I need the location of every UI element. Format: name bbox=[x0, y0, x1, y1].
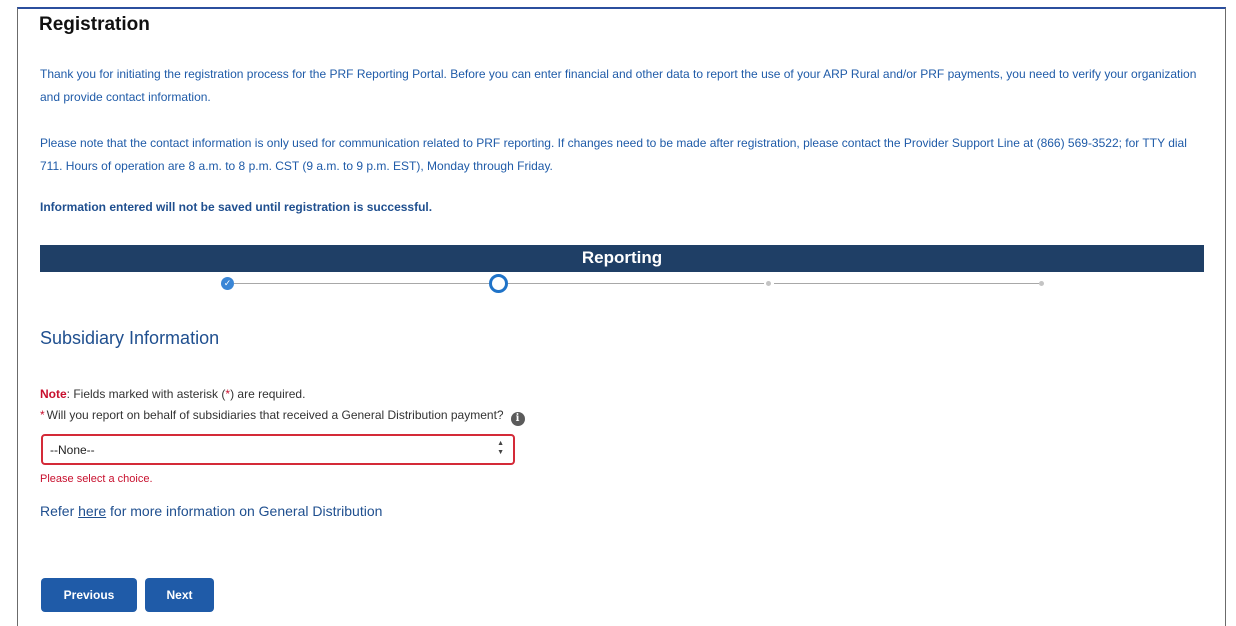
refer-here-link[interactable]: here bbox=[78, 503, 106, 519]
select-arrows-icon: ▲ ▼ bbox=[497, 440, 504, 456]
select-value: --None-- bbox=[50, 443, 95, 457]
select-error-message: Please select a choice. bbox=[40, 473, 153, 485]
previous-button[interactable]: Previous bbox=[41, 578, 137, 612]
question-text: Will you report on behalf of subsidiarie… bbox=[46, 408, 504, 422]
refer-text-end: for more information on General Distribu… bbox=[106, 503, 383, 519]
subsidiary-question-label: * Will you report on behalf of subsidiari… bbox=[40, 408, 525, 426]
note-text: : Fields marked with asterisk ( bbox=[66, 387, 226, 401]
section-title: Subsidiary Information bbox=[40, 328, 220, 348]
required-marker: * bbox=[40, 408, 45, 422]
note-text-end: ) are required. bbox=[230, 387, 306, 401]
next-button[interactable]: Next bbox=[145, 578, 214, 612]
refer-text: Refer bbox=[40, 503, 79, 519]
note-label: Note bbox=[40, 387, 67, 401]
progress-header: Reporting bbox=[40, 245, 1204, 272]
contact-note-paragraph: Please note that the contact information… bbox=[40, 136, 1187, 173]
intro-paragraph: Thank you for initiating the registratio… bbox=[40, 67, 1197, 104]
subsidiary-select[interactable]: --None-- ▲ ▼ bbox=[41, 434, 515, 465]
page-title: Registration bbox=[39, 14, 150, 35]
general-distribution-reference: Refer here for more information on Gener… bbox=[40, 503, 382, 519]
info-icon[interactable]: i bbox=[510, 412, 525, 426]
save-notice: Information entered will not be saved un… bbox=[40, 200, 433, 214]
required-fields-note: Note: Fields marked with asterisk (*) ar… bbox=[40, 387, 305, 401]
